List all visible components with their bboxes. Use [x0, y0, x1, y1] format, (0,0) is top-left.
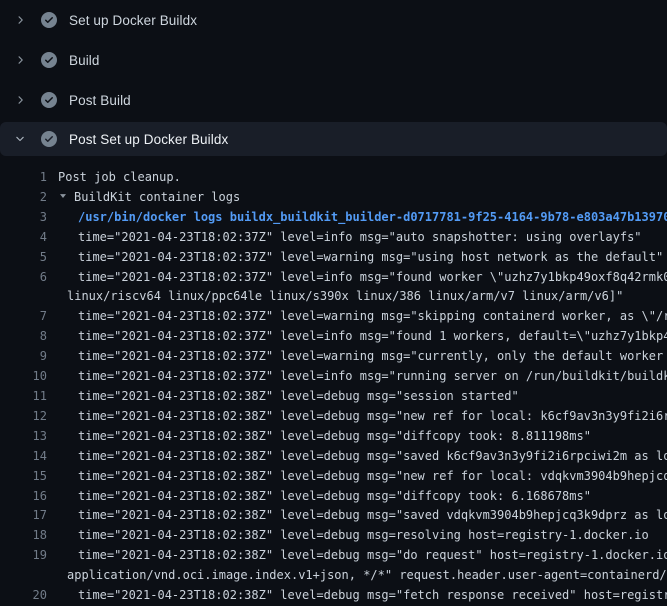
log-line-number[interactable]: 4: [0, 228, 47, 248]
log-line-text: time="2021-04-23T18:02:38Z" level=debug …: [47, 506, 667, 526]
log-group-header[interactable]: 2 BuildKit container logs: [0, 188, 667, 208]
log-line-number[interactable]: 15: [0, 467, 47, 487]
chevron-right-icon: [13, 13, 27, 27]
log-line-text: time="2021-04-23T18:02:38Z" level=debug …: [47, 407, 667, 427]
log-line: 3 /usr/bin/docker logs buildx_buildkit_b…: [0, 208, 667, 228]
log-line: 5 time="2021-04-23T18:02:37Z" level=warn…: [0, 248, 667, 268]
log-line-number[interactable]: 20: [0, 586, 47, 606]
step-row-post-build[interactable]: Post Build: [0, 80, 667, 120]
log-line: 14 time="2021-04-23T18:02:38Z" level=deb…: [0, 447, 667, 467]
step-title: Post Build: [69, 93, 131, 108]
log-line-number[interactable]: 9: [0, 347, 47, 367]
log-line: 11 time="2021-04-23T18:02:38Z" level=deb…: [0, 387, 667, 407]
check-circle-icon: [41, 12, 57, 28]
log-line-number[interactable]: 10: [0, 367, 47, 387]
check-circle-icon: [41, 92, 57, 108]
log-line-text: time="2021-04-23T18:02:37Z" level=info m…: [47, 228, 642, 248]
triangle-down-icon: [58, 188, 68, 208]
log-line-number[interactable]: 13: [0, 427, 47, 447]
log-line-text: Post job cleanup.: [47, 168, 181, 188]
log-line-number: [0, 287, 47, 307]
log-line-text: time="2021-04-23T18:02:37Z" level=info m…: [47, 327, 667, 347]
log-line: 13 time="2021-04-23T18:02:38Z" level=deb…: [0, 427, 667, 447]
log-line-wrap: application/vnd.oci.image.index.v1+json,…: [0, 566, 667, 586]
log-line-text: application/vnd.oci.image.index.v1+json,…: [47, 566, 667, 586]
log-line-number[interactable]: 7: [0, 307, 47, 327]
log-line-number[interactable]: 2: [0, 188, 47, 208]
log-lines-container: 1 Post job cleanup. 2 BuildKit container…: [0, 160, 667, 606]
log-line: 17 time="2021-04-23T18:02:38Z" level=deb…: [0, 506, 667, 526]
log-line-text: BuildKit container logs: [47, 188, 240, 208]
log-line-text: time="2021-04-23T18:02:37Z" level=info m…: [47, 268, 667, 288]
step-title: Build: [69, 53, 100, 68]
log-group-title: BuildKit container logs: [74, 190, 240, 204]
log-line: 12 time="2021-04-23T18:02:38Z" level=deb…: [0, 407, 667, 427]
log-line-text: time="2021-04-23T18:02:38Z" level=debug …: [47, 546, 667, 566]
log-line-number[interactable]: 17: [0, 506, 47, 526]
log-line: 16 time="2021-04-23T18:02:38Z" level=deb…: [0, 487, 667, 507]
log-line-text: time="2021-04-23T18:02:38Z" level=debug …: [47, 586, 667, 606]
step-row-post-set-up-docker-buildx[interactable]: Post Set up Docker Buildx: [0, 122, 667, 156]
chevron-right-icon: [13, 53, 27, 67]
log-line: 15 time="2021-04-23T18:02:38Z" level=deb…: [0, 467, 667, 487]
log-line: 7 time="2021-04-23T18:02:37Z" level=warn…: [0, 307, 667, 327]
step-row-build[interactable]: Build: [0, 40, 667, 80]
step-title: Post Set up Docker Buildx: [69, 132, 228, 147]
log-line-wrap: linux/riscv64 linux/ppc64le linux/s390x …: [0, 287, 667, 307]
job-log-panel: { "colors": { "background": "#0c0f15", "…: [0, 0, 667, 600]
steps-list: Set up Docker Buildx Build Post Build Po…: [0, 0, 667, 156]
log-line-text: time="2021-04-23T18:02:37Z" level=info m…: [47, 367, 667, 387]
log-line-text: /usr/bin/docker logs buildx_buildkit_bui…: [47, 208, 667, 228]
log-line-text: time="2021-04-23T18:02:38Z" level=debug …: [47, 526, 649, 546]
log-line: 19 time="2021-04-23T18:02:38Z" level=deb…: [0, 546, 667, 566]
log-line-number[interactable]: 18: [0, 526, 47, 546]
log-line-text: time="2021-04-23T18:02:38Z" level=debug …: [47, 427, 591, 447]
log-line-text: time="2021-04-23T18:02:38Z" level=debug …: [47, 387, 519, 407]
log-line: 20 time="2021-04-23T18:02:38Z" level=deb…: [0, 586, 667, 606]
check-circle-icon: [41, 131, 57, 147]
log-line-number[interactable]: 19: [0, 546, 47, 566]
step-title: Set up Docker Buildx: [69, 13, 197, 28]
log-line-number[interactable]: 16: [0, 487, 47, 507]
log-line-number[interactable]: 1: [0, 168, 47, 188]
chevron-down-icon: [13, 132, 27, 146]
log-line: 10 time="2021-04-23T18:02:37Z" level=inf…: [0, 367, 667, 387]
log-line-number[interactable]: 3: [0, 208, 47, 228]
log-line: 1 Post job cleanup.: [0, 168, 667, 188]
log-line-number: [0, 566, 47, 586]
log-line: 6 time="2021-04-23T18:02:37Z" level=info…: [0, 268, 667, 288]
check-circle-icon: [41, 52, 57, 68]
log-line: 8 time="2021-04-23T18:02:37Z" level=info…: [0, 327, 667, 347]
log-line-text: time="2021-04-23T18:02:38Z" level=debug …: [47, 447, 667, 467]
log-line-number[interactable]: 8: [0, 327, 47, 347]
log-line-text: linux/riscv64 linux/ppc64le linux/s390x …: [47, 287, 623, 307]
log-line-text: time="2021-04-23T18:02:37Z" level=warnin…: [47, 307, 667, 327]
log-line-number[interactable]: 11: [0, 387, 47, 407]
log-line: 18 time="2021-04-23T18:02:38Z" level=deb…: [0, 526, 667, 546]
log-line-text: time="2021-04-23T18:02:37Z" level=warnin…: [47, 347, 667, 367]
chevron-right-icon: [13, 93, 27, 107]
log-line-text: time="2021-04-23T18:02:38Z" level=debug …: [47, 467, 667, 487]
log-line: 9 time="2021-04-23T18:02:37Z" level=warn…: [0, 347, 667, 367]
log-line-text: time="2021-04-23T18:02:37Z" level=warnin…: [47, 248, 663, 268]
log-line-number[interactable]: 12: [0, 407, 47, 427]
log-line-number[interactable]: 6: [0, 268, 47, 288]
step-row-set-up-docker-buildx[interactable]: Set up Docker Buildx: [0, 0, 667, 40]
log-line-number[interactable]: 14: [0, 447, 47, 467]
log-line-text: time="2021-04-23T18:02:38Z" level=debug …: [47, 487, 591, 507]
log-line-number[interactable]: 5: [0, 248, 47, 268]
log-line: 4 time="2021-04-23T18:02:37Z" level=info…: [0, 228, 667, 248]
